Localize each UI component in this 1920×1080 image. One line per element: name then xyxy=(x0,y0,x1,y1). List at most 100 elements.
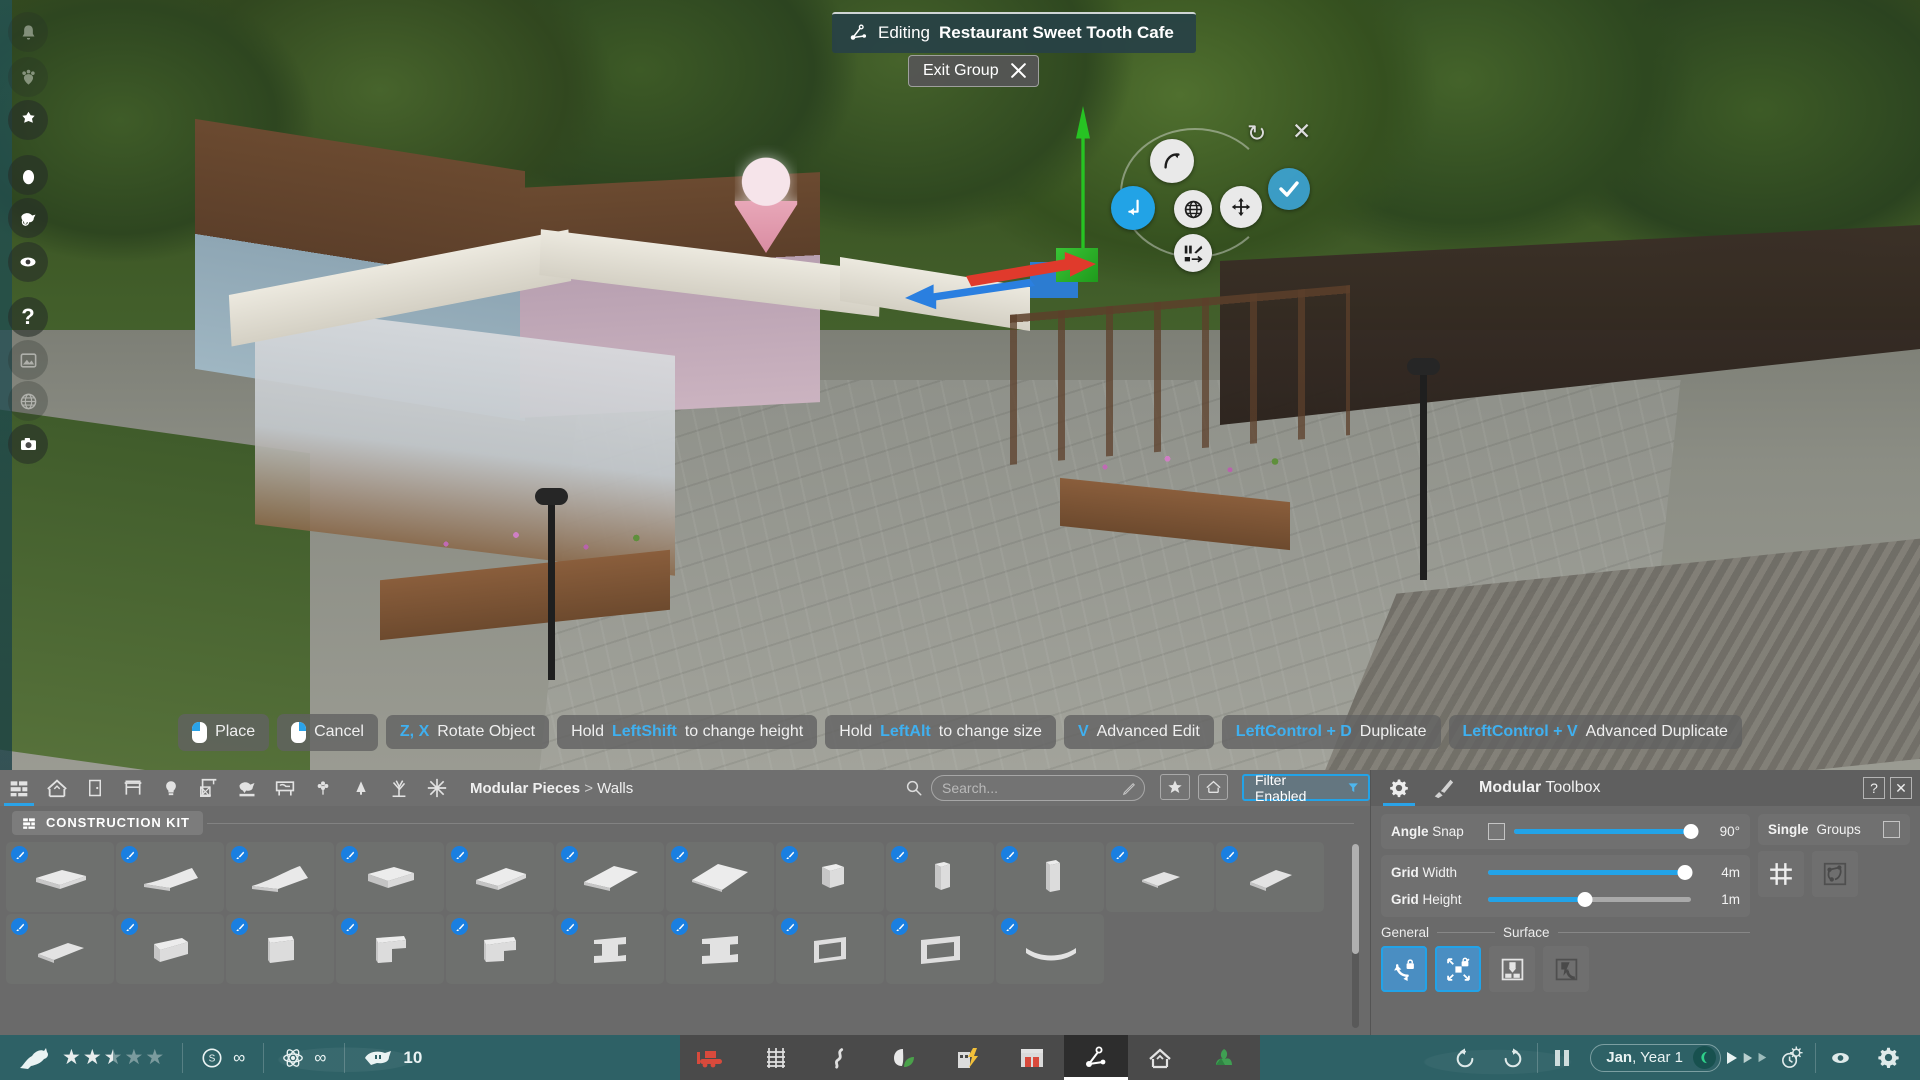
slider-knob[interactable] xyxy=(1684,824,1699,839)
pause-button[interactable] xyxy=(1538,1035,1586,1080)
tool-amenities[interactable] xyxy=(1000,1035,1064,1080)
tile-panel-frame[interactable] xyxy=(776,914,884,984)
tile-l-corner[interactable] xyxy=(116,914,224,984)
close-button[interactable]: ✕ xyxy=(1890,777,1912,799)
sidebar-item-camera[interactable] xyxy=(8,424,48,464)
category-lighting[interactable] xyxy=(152,770,190,806)
single-groups-checkbox[interactable] xyxy=(1883,821,1900,838)
tile-wall-panel[interactable] xyxy=(6,914,114,984)
tool-paths[interactable] xyxy=(808,1035,872,1080)
favorites-button[interactable] xyxy=(1160,774,1190,800)
money-group[interactable]: S ∞ xyxy=(183,1035,263,1080)
node-snap-button[interactable] xyxy=(1812,851,1858,897)
scrollbar-thumb[interactable] xyxy=(1352,844,1359,954)
help-button[interactable]: ? xyxy=(1863,777,1885,799)
snap-to-ground-button[interactable] xyxy=(1111,186,1155,230)
tile-thin-slab[interactable] xyxy=(1106,842,1214,912)
tile-window-frame-wide[interactable] xyxy=(666,914,774,984)
cancel-icon[interactable]: ✕ xyxy=(1292,120,1311,143)
sidebar-item-help[interactable]: ? xyxy=(8,297,48,337)
dinosaur-count-group[interactable]: 10 xyxy=(345,1035,440,1080)
tile-wedge-panel-mirror[interactable] xyxy=(226,842,334,912)
slider-knob[interactable] xyxy=(1677,865,1692,880)
sidebar-item-dinosaurs[interactable] xyxy=(8,57,48,97)
category-doors[interactable] xyxy=(76,770,114,806)
category-shrubs[interactable] xyxy=(380,770,418,806)
blueprints-button[interactable] xyxy=(1198,774,1228,800)
category-statues[interactable] xyxy=(228,770,266,806)
exit-group-button[interactable]: Exit Group xyxy=(908,55,1039,87)
park-rating-group[interactable]: ★ ★ ★ ★ ★ xyxy=(0,1035,182,1080)
align-to-slope-button[interactable] xyxy=(1543,946,1589,992)
category-frames[interactable] xyxy=(114,770,152,806)
grid-height-slider[interactable] xyxy=(1488,897,1691,902)
visibility-button[interactable] xyxy=(1816,1035,1864,1080)
confirm-button[interactable] xyxy=(1268,168,1310,210)
category-modular-pieces[interactable] xyxy=(0,770,38,806)
category-buildings[interactable] xyxy=(38,770,76,806)
tool-scenery[interactable] xyxy=(1064,1035,1128,1080)
sidebar-item-ranger-teams[interactable] xyxy=(8,100,48,140)
snap-to-surface-button[interactable] xyxy=(1489,946,1535,992)
tool-buildings[interactable] xyxy=(1128,1035,1192,1080)
category-props[interactable] xyxy=(190,770,228,806)
grid-width-slider[interactable] xyxy=(1488,870,1691,875)
tile-angled-panel[interactable] xyxy=(556,842,664,912)
scene-viewport[interactable]: ↻ ✕ Editing Restaurant Sweet Tooth Cafe … xyxy=(0,0,1920,770)
fastest-icon[interactable] xyxy=(1757,1052,1767,1063)
toolbox-tab-settings[interactable] xyxy=(1379,770,1419,806)
category-flowers[interactable] xyxy=(304,770,342,806)
tile-column[interactable] xyxy=(996,842,1104,912)
tile-arch-narrow[interactable] xyxy=(336,914,444,984)
global-local-button[interactable] xyxy=(1174,190,1212,228)
tile-wedge-panel[interactable] xyxy=(116,842,224,912)
tile-step-corner[interactable] xyxy=(226,914,334,984)
rotate-gizmo-button[interactable] xyxy=(1150,139,1194,183)
toolbox-tab-paint[interactable] xyxy=(1423,770,1463,806)
tile-corner-block[interactable] xyxy=(1216,842,1324,912)
sidebar-item-photo-mode[interactable] xyxy=(8,340,48,380)
play-icon[interactable] xyxy=(1725,1051,1738,1065)
tool-utilities[interactable] xyxy=(936,1035,1000,1080)
single-groups-toggle[interactable]: Single Groups xyxy=(1758,814,1910,845)
item-grid-scrollbar[interactable] xyxy=(1352,844,1359,1028)
tile-diamond-panel[interactable] xyxy=(666,842,774,912)
tile-panel-frame-wide[interactable] xyxy=(886,914,994,984)
sidebar-item-hatchery[interactable] xyxy=(8,155,48,195)
redo-button[interactable] xyxy=(1489,1035,1537,1080)
tool-nature[interactable] xyxy=(872,1035,936,1080)
lock-scale-button[interactable] xyxy=(1435,946,1481,992)
tool-fences[interactable] xyxy=(744,1035,808,1080)
tile-ramp-slab[interactable] xyxy=(446,842,554,912)
sidebar-item-dino-market[interactable]: $ xyxy=(8,198,48,238)
undo-button[interactable] xyxy=(1441,1035,1489,1080)
move-gizmo-button[interactable] xyxy=(1220,186,1262,228)
search-input[interactable]: Search... xyxy=(931,775,1145,801)
search-icon[interactable] xyxy=(905,779,923,797)
item-grid[interactable] xyxy=(6,842,1364,1032)
slider-knob[interactable] xyxy=(1578,892,1593,907)
time-of-day-button[interactable] xyxy=(1767,1035,1815,1080)
tool-terrain[interactable] xyxy=(1192,1035,1256,1080)
category-trees[interactable] xyxy=(342,770,380,806)
sidebar-item-globe[interactable] xyxy=(8,381,48,421)
speed-controls[interactable] xyxy=(1725,1051,1767,1065)
category-effects[interactable] xyxy=(418,770,456,806)
category-signs[interactable] xyxy=(266,770,304,806)
filter-enabled-button[interactable]: Filter Enabled xyxy=(1242,774,1370,801)
tile-flat-panel[interactable] xyxy=(6,842,114,912)
tile-arch-wide[interactable] xyxy=(446,914,554,984)
tile-short-post[interactable] xyxy=(776,842,884,912)
reset-rotation-icon[interactable]: ↻ xyxy=(1247,122,1266,145)
advanced-edit-button[interactable] xyxy=(1174,234,1212,272)
science-group[interactable]: ∞ xyxy=(264,1035,344,1080)
lock-rotation-button[interactable] xyxy=(1381,946,1427,992)
breadcrumb-root[interactable]: Modular Pieces xyxy=(470,780,580,797)
show-grid-button[interactable] xyxy=(1758,851,1804,897)
sidebar-item-visibility[interactable] xyxy=(8,242,48,282)
sidebar-item-notifications[interactable] xyxy=(8,12,48,52)
tile-thick-slab[interactable] xyxy=(336,842,444,912)
fast-forward-icon[interactable] xyxy=(1742,1052,1753,1064)
angle-snap-checkbox[interactable] xyxy=(1488,823,1505,840)
tool-demolish[interactable] xyxy=(680,1035,744,1080)
